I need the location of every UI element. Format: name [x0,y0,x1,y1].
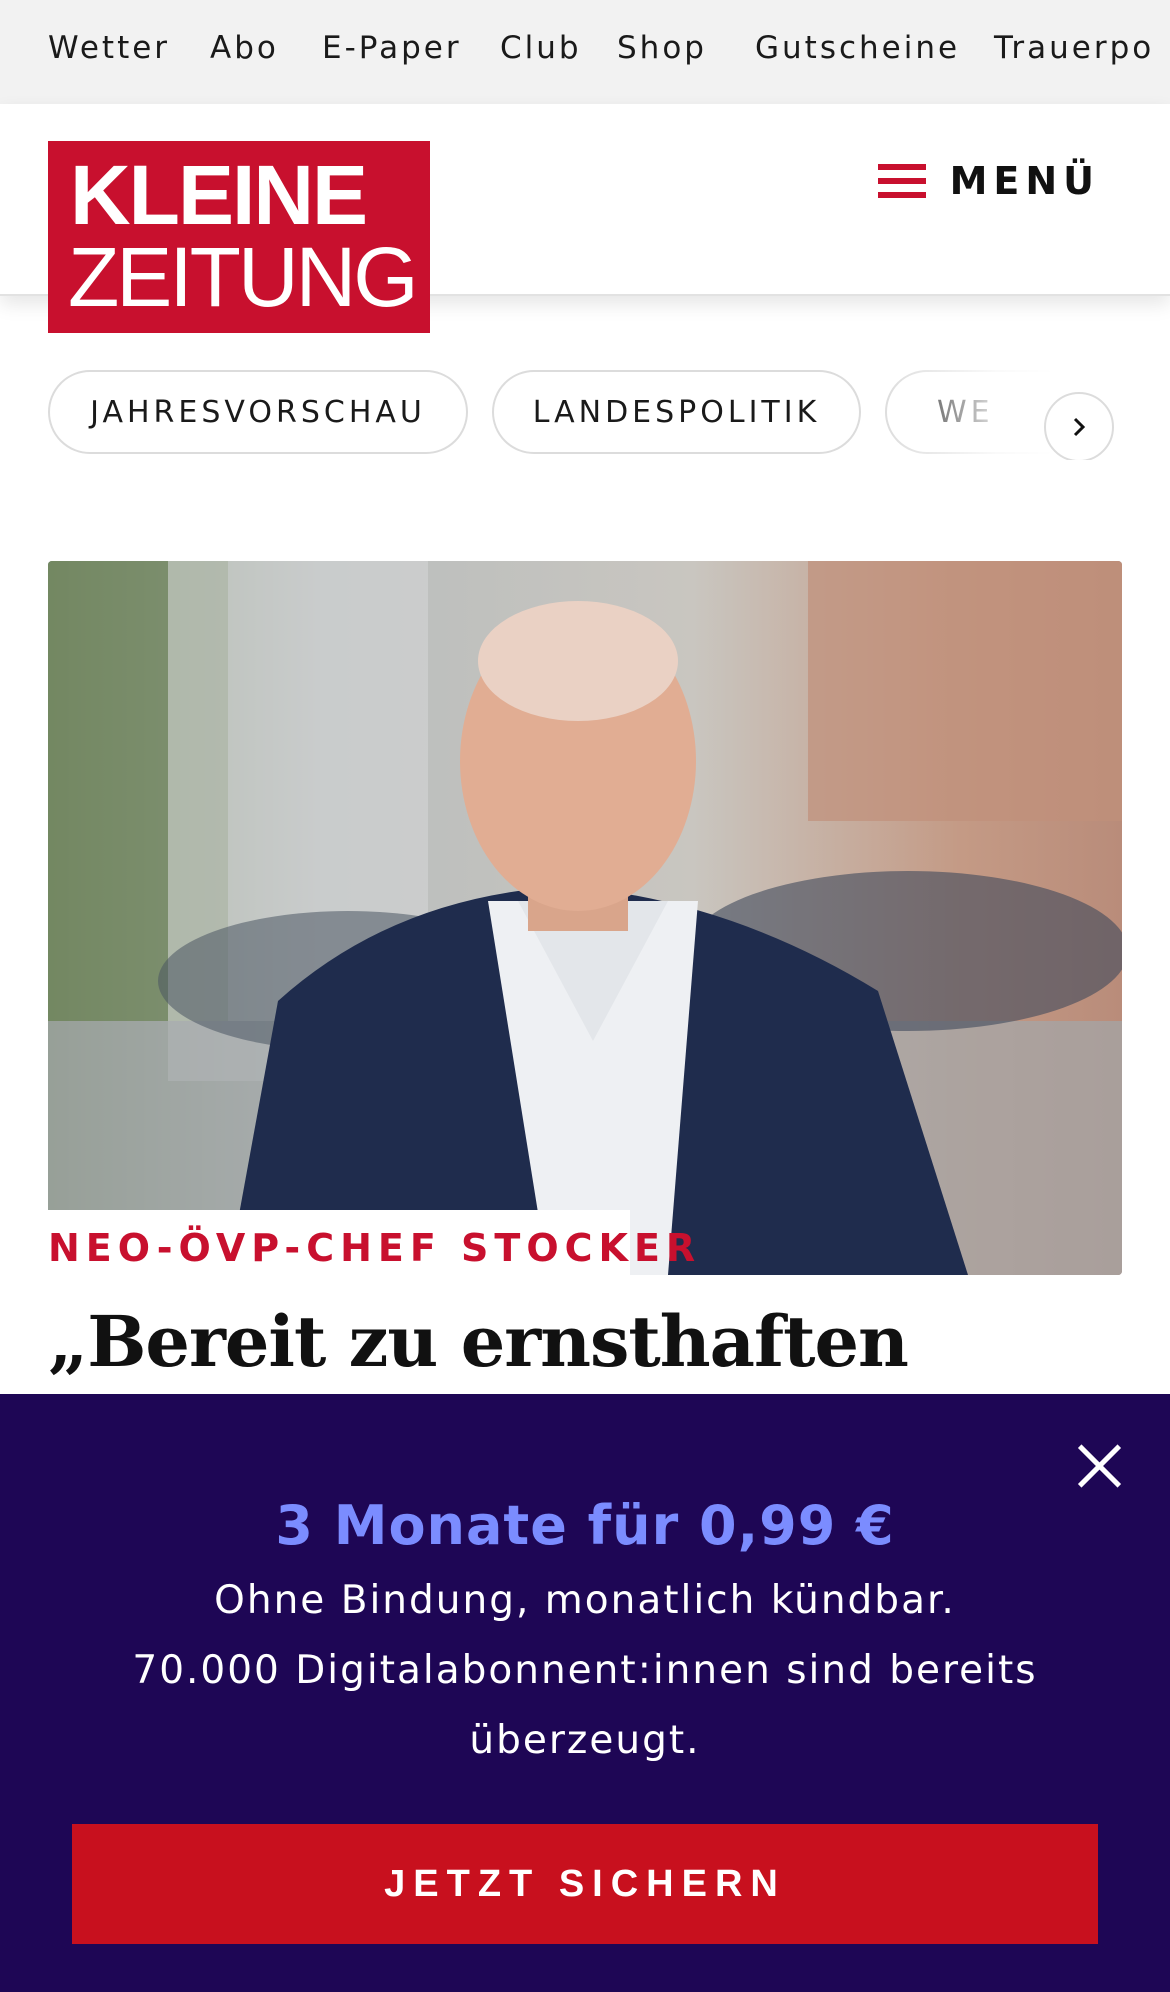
close-icon[interactable] [1070,1436,1128,1494]
top-utility-nav: Wetter Abo E-Paper Club Shop Gutscheine … [0,0,1170,104]
hamburger-icon [877,164,926,198]
promo-offer-title: 3 Monate für 0,99 € [275,1494,895,1557]
nav-link-gutscheine[interactable]: Gutscheine [755,30,960,66]
nav-link-shop[interactable]: Shop [617,30,707,66]
article-kicker: NEO-ÖVP-CHEF STOCKER [48,1226,702,1270]
nav-link-club[interactable]: Club [500,30,582,66]
chevron-right-icon[interactable] [1044,392,1114,460]
chip-fade-overlay [880,368,1170,460]
nav-link-trauerportal[interactable]: Trauerpo [994,30,1154,66]
jetzt-sichern-button[interactable]: JETZT SICHERN [72,1824,1098,1944]
nav-link-wetter[interactable]: Wetter [48,30,170,66]
article-hero-image[interactable] [48,561,1122,1275]
chip-jahresvorschau[interactable]: JAHRESVORSCHAU [48,370,468,454]
subscription-promo-banner: 3 Monate für 0,99 € Ohne Bindung, monatl… [0,1394,1170,1992]
logo-text-line1: KLEINE [70,148,368,242]
promo-text-line2: 70.000 Digitalabonnent:innen sind bereit… [132,1648,1038,1693]
kleine-zeitung-logo[interactable]: KLEINE ZEITUNG [48,141,430,333]
chip-landespolitik[interactable]: LANDESPOLITIK [492,370,861,454]
nav-link-epaper[interactable]: E-Paper [322,30,462,66]
promo-text-line1: Ohne Bindung, monatlich kündbar. [214,1578,956,1623]
article-kicker-box: NEO-ÖVP-CHEF STOCKER [48,1210,695,1276]
nav-link-abo[interactable]: Abo [210,30,279,66]
logo-text-line2: ZEITUNG [68,230,419,324]
menu-button[interactable]: MENÜ [877,156,1100,206]
category-chip-row: JAHRESVORSCHAU LANDESPOLITIK WE [0,368,1170,460]
menu-label: MENÜ [949,159,1100,203]
article-headline[interactable]: „Bereit zu ernsthaften [48,1300,909,1383]
site-header: KLEINE ZEITUNG MENÜ [0,104,1170,333]
promo-text-line3: überzeugt. [469,1718,701,1763]
